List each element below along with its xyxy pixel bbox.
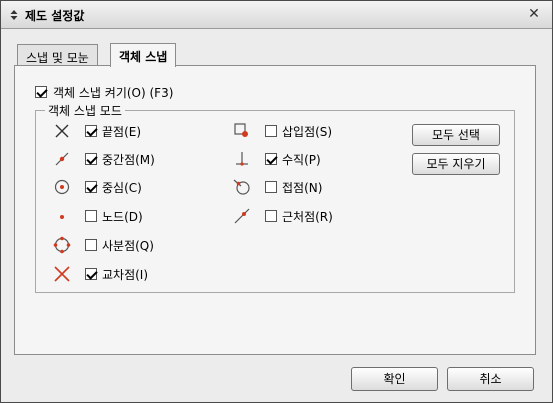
mode-label: 중심(C) — [102, 180, 142, 195]
intersection-icon — [53, 265, 71, 283]
mode-label: 근처점(R) — [282, 209, 333, 224]
mode-label: 삽입점(S) — [282, 124, 333, 139]
tab-snap-grid[interactable]: 스냅 및 모눈 — [17, 44, 98, 66]
mode-label: 중간점(M) — [102, 152, 155, 167]
mode-midpoint[interactable]: 중간점(M) — [53, 150, 155, 168]
checkbox[interactable] — [85, 239, 97, 251]
select-all-button[interactable]: 모두 선택 — [412, 124, 500, 146]
ok-button[interactable]: 확인 — [351, 367, 438, 391]
mode-label: 수직(P) — [282, 152, 321, 167]
mode-label: 접점(N) — [282, 180, 323, 195]
checkbox[interactable] — [85, 210, 97, 222]
window-title: 제도 설정값 — [25, 9, 85, 23]
checkbox[interactable] — [85, 268, 97, 280]
mode-insertion[interactable]: 삽입점(S) — [233, 122, 332, 140]
mode-label: 끝점(E) — [102, 124, 142, 139]
center-icon — [53, 178, 71, 196]
clear-all-button[interactable]: 모두 지우기 — [412, 153, 500, 175]
mode-nearest[interactable]: 근처점(R) — [233, 207, 333, 225]
cancel-button[interactable]: 취소 — [447, 367, 534, 391]
mode-node[interactable]: 노드(D) — [53, 207, 143, 225]
tangent-icon — [233, 178, 251, 196]
checkbox[interactable] — [265, 125, 277, 137]
mode-perpendicular[interactable]: 수직(P) — [233, 150, 321, 168]
title-bar[interactable]: 제도 설정값 ✕ — [1, 1, 552, 29]
nearest-icon — [233, 207, 251, 225]
checkbox[interactable] — [35, 86, 47, 98]
checkbox[interactable] — [85, 181, 97, 193]
checkbox[interactable] — [85, 153, 97, 165]
tab-object-snap[interactable]: 객체 스냅 — [110, 43, 177, 67]
midpoint-icon — [53, 150, 71, 168]
perpendicular-icon — [233, 150, 251, 168]
node-icon — [53, 207, 71, 225]
mode-intersection[interactable]: 교차점(I) — [53, 265, 148, 283]
mode-center[interactable]: 중심(C) — [53, 178, 142, 196]
mode-endpoint[interactable]: 끝점(E) — [53, 122, 141, 140]
tab-label: 스냅 및 모눈 — [26, 51, 89, 65]
window-menu-icon[interactable] — [9, 9, 19, 21]
quadrant-icon — [53, 236, 71, 254]
object-snap-on-checkbox[interactable]: 객체 스냅 켜기(O) (F3) — [35, 85, 174, 100]
close-icon[interactable]: ✕ — [526, 6, 542, 22]
mode-label: 교차점(I) — [102, 267, 149, 282]
mode-label: 노드(D) — [102, 209, 143, 224]
mode-quadrant[interactable]: 사분점(Q) — [53, 236, 154, 254]
tab-label: 객체 스냅 — [119, 50, 168, 64]
checkbox-label: 객체 스냅 켜기(O) (F3) — [53, 85, 174, 100]
checkbox[interactable] — [85, 125, 97, 137]
checkbox[interactable] — [265, 181, 277, 193]
insertion-icon — [233, 122, 251, 140]
checkbox[interactable] — [265, 153, 277, 165]
snap-mode-group-title: 객체 스냅 모드 — [45, 102, 125, 119]
mode-label: 사분점(Q) — [102, 238, 154, 253]
mode-tangent[interactable]: 접점(N) — [233, 178, 322, 196]
endpoint-icon — [53, 122, 71, 140]
checkbox[interactable] — [265, 210, 277, 222]
